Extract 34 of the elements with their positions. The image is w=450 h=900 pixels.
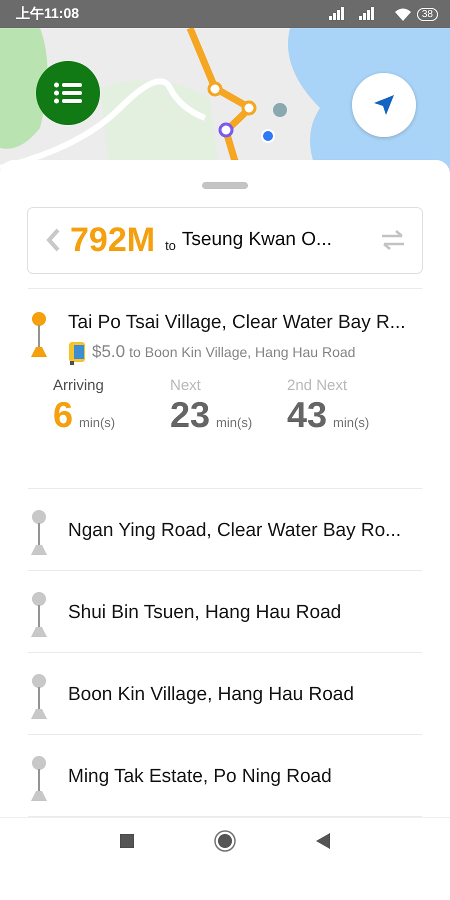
back-nav-button[interactable] — [316, 832, 330, 849]
eta-unit: min(s) — [333, 414, 370, 430]
distance: 792M — [70, 220, 156, 260]
stop-name[interactable]: Shui Bin Tsuen, Hang Hau Road — [68, 600, 342, 625]
eta-minutes: 23 — [170, 394, 210, 436]
triangle-back-icon — [316, 832, 330, 849]
stop-name[interactable]: Boon Kin Village, Hang Hau Road — [68, 682, 354, 707]
battery-level: 38 — [416, 8, 438, 20]
drag-handle[interactable] — [202, 182, 248, 190]
fare-connector: to — [129, 344, 141, 360]
eta-label: Arriving — [53, 376, 105, 394]
swap-arrows-icon — [380, 230, 406, 250]
home-button[interactable] — [214, 830, 236, 852]
chevron-left-icon — [46, 228, 60, 252]
eta-minutes: 43 — [287, 394, 328, 436]
square-icon — [120, 834, 134, 848]
eta-unit: min(s) — [216, 414, 252, 430]
stop-name[interactable]: Ming Tak Estate, Po Ning Road — [68, 764, 332, 789]
recents-button[interactable] — [120, 834, 134, 848]
eta-label: 2nd Next — [287, 376, 348, 394]
stop-name[interactable]: Tai Po Tsai Village, Clear Water Bay R... — [68, 310, 406, 335]
stop-name[interactable]: Ngan Ying Road, Clear Water Bay Ro... — [68, 518, 402, 543]
eta-minutes: 6 — [53, 394, 74, 436]
wifi-icon — [394, 8, 411, 20]
fare: $5.0 — [92, 342, 126, 362]
list-icon — [54, 82, 82, 104]
home-circle-icon — [214, 830, 236, 852]
status-time: 上午11:08 — [16, 5, 80, 23]
fare-destination: Boon Kin Village, Hang Hau Road — [144, 344, 356, 360]
destination: Tseung Kwan O... — [182, 229, 332, 252]
eta-label: Next — [170, 376, 202, 394]
eta-unit: min(s) — [79, 414, 116, 430]
connector-text: to — [165, 238, 176, 253]
navigation-arrow-icon — [373, 94, 395, 116]
